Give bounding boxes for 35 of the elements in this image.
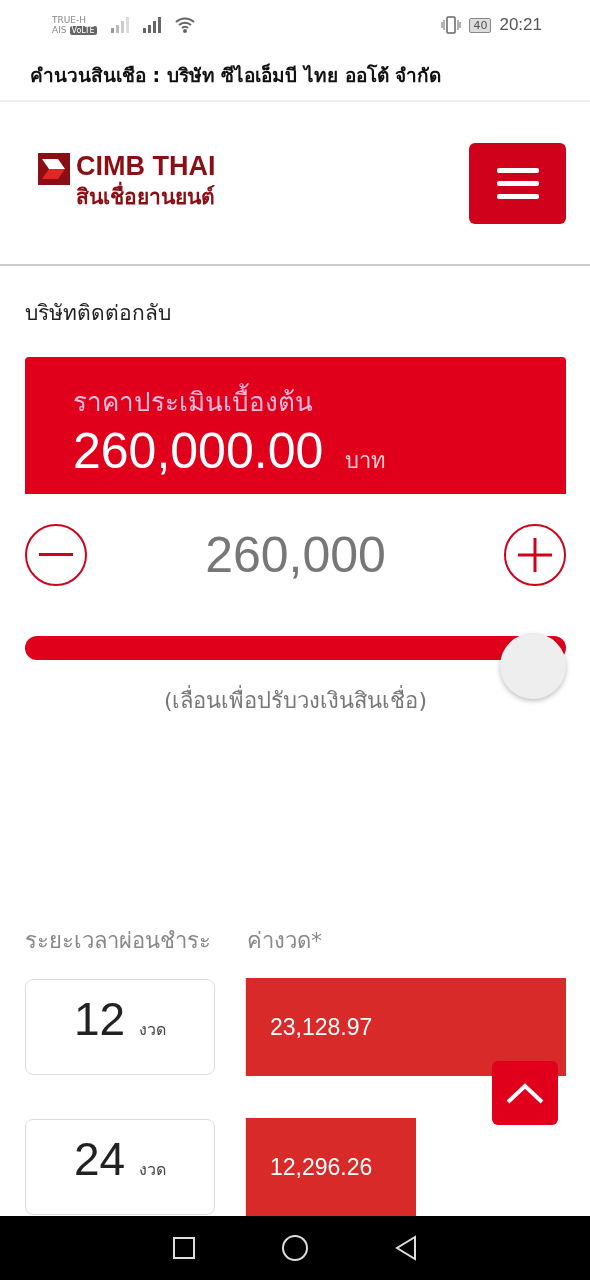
wifi-icon	[174, 17, 195, 33]
volte-badge: VoLTE	[69, 25, 97, 35]
term-option[interactable]: 12 งวด	[25, 979, 215, 1075]
carrier-label: TRUE-H	[52, 15, 88, 25]
back-icon[interactable]	[393, 1235, 418, 1261]
logo-text: CIMB THAI	[76, 153, 216, 180]
column-header: ค่างวด*	[247, 927, 323, 955]
currency-unit: บาท	[345, 447, 387, 475]
payment-amount: 12,296.26	[270, 1153, 373, 1181]
signal-icon	[110, 17, 129, 33]
amount-value: 260,000	[205, 526, 386, 584]
carrier-label: AIS	[52, 25, 67, 35]
plus-icon	[518, 538, 552, 572]
clock-time: 20:21	[499, 15, 542, 35]
logo-subtitle: สินเชื่อยานยนต์	[76, 180, 216, 213]
term-option[interactable]: 24 งวด	[25, 1119, 215, 1215]
logo-icon	[38, 153, 70, 185]
signal-icon	[142, 17, 161, 33]
slider-track[interactable]	[25, 635, 566, 660]
payment-amount: 23,128.97	[270, 1013, 373, 1041]
estimate-label: ราคาประเมินเบื้องต้น	[73, 381, 518, 422]
battery-indicator: 40	[469, 17, 492, 33]
column-header: ระยะเวลาผ่อนชำระ	[25, 927, 212, 955]
menu-button[interactable]	[469, 142, 566, 224]
vibrate-icon	[441, 16, 462, 34]
minus-icon	[39, 553, 73, 557]
chevron-up-icon	[505, 1082, 545, 1104]
estimate-amount: 260,000.00	[73, 422, 324, 480]
slider-hint: (เลื่อนเพื่อปรับวงเงินสินเชื่อ)	[25, 683, 566, 718]
home-icon[interactable]	[281, 1234, 309, 1262]
callback-link[interactable]: บริษัทติดต่อกลับ	[25, 296, 566, 329]
slider-thumb[interactable]	[500, 633, 566, 699]
scroll-top-button[interactable]	[492, 1061, 558, 1125]
recents-icon[interactable]	[172, 1236, 197, 1260]
page-title: คำนวนสินเชือ : บริษัท ซีไอเอ็มบี ไทย ออโต้ จำกัด	[30, 62, 442, 88]
